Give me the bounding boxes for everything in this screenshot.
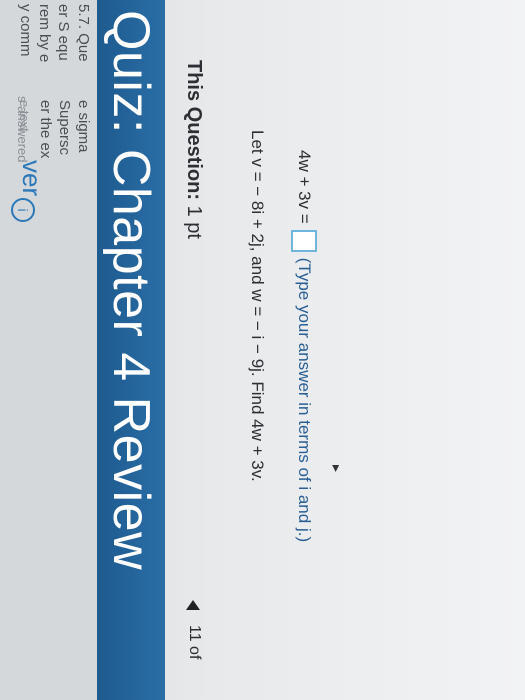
answer-input[interactable] bbox=[291, 229, 317, 252]
question-text: Let v = − 8i + 2j, and w = − i − 9j. Fin… bbox=[248, 130, 267, 482]
answer-hint: (Type your answer in terms of i and j.) bbox=[295, 257, 314, 543]
question-list-item[interactable]: 5.7. Que bbox=[75, 4, 92, 62]
question-list-text: rem by e bbox=[36, 4, 53, 63]
page-title: Quiz: Chapter 4 Review bbox=[102, 10, 160, 571]
help-text: e sigma bbox=[75, 100, 92, 153]
question-counter: 11 of bbox=[186, 625, 203, 660]
screen: 5.7. Que er S equ rem by e y comm e sigm… bbox=[0, 0, 525, 700]
help-text: Supersc bbox=[56, 100, 73, 156]
question-points: This Question: 1 pt bbox=[182, 60, 205, 239]
answer-header: ver bbox=[17, 160, 47, 197]
previous-question-icon[interactable] bbox=[186, 600, 200, 610]
header-bar: Quiz: Chapter 4 Review bbox=[97, 0, 165, 700]
question-list-text: y comm bbox=[17, 4, 34, 57]
question-list-text: er S equ bbox=[55, 4, 72, 61]
help-text: er the ex bbox=[37, 100, 54, 159]
answer-row: 4w + 3v = (Type your answer in terms of … bbox=[291, 150, 317, 542]
question-points-label: This Question: bbox=[183, 60, 205, 200]
mouse-cursor-icon: ▸ bbox=[329, 465, 345, 473]
answered-status: s answered bbox=[15, 96, 30, 163]
answer-lhs: 4w + 3v = bbox=[295, 150, 314, 224]
info-icon[interactable]: i bbox=[11, 198, 35, 222]
question-points-value: 1 pt bbox=[183, 205, 205, 239]
